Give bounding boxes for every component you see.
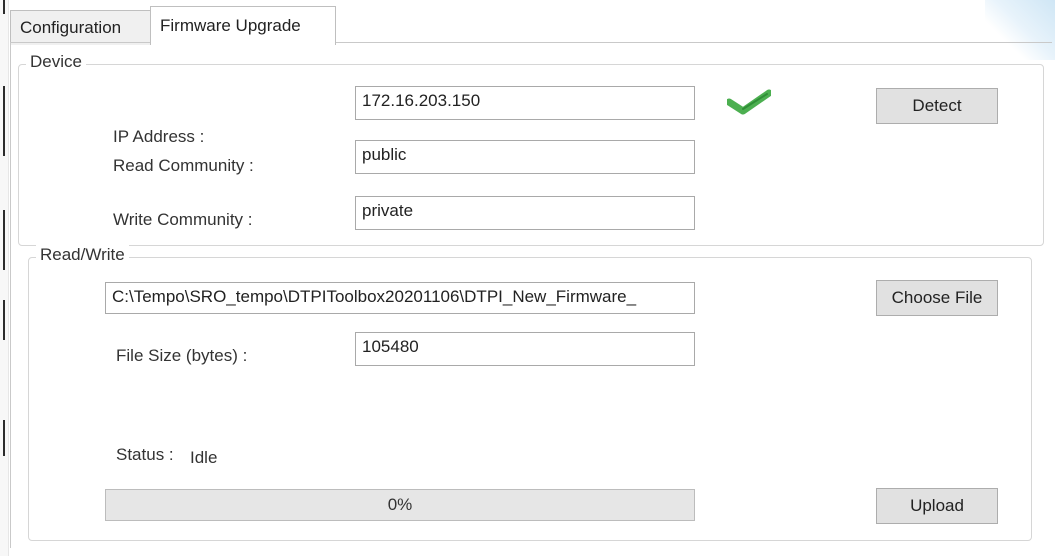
read-write-group-title: Read/Write	[36, 245, 129, 265]
detect-button[interactable]: Detect	[876, 88, 998, 124]
edge-mark	[3, 420, 5, 456]
choose-file-button[interactable]: Choose File	[876, 280, 998, 316]
checkmark-icon	[727, 89, 771, 115]
read-community-label: Read Community :	[113, 156, 254, 175]
file-size-label: File Size (bytes) :	[116, 346, 248, 365]
file-path-field[interactable]: C:\Tempo\SRO_tempo\DTPIToolbox20201106\D…	[105, 282, 695, 314]
window-left-edge	[0, 0, 9, 556]
read-community-field[interactable]: public	[355, 140, 695, 174]
write-community-label: Write Community :	[113, 210, 253, 229]
edge-mark	[3, 210, 5, 270]
upload-progress-bar: 0%	[105, 489, 695, 521]
progress-text: 0%	[387, 495, 413, 514]
edge-mark	[3, 0, 5, 14]
tab-firmware-upgrade[interactable]: Firmware Upgrade	[150, 6, 336, 45]
write-community-field[interactable]: private	[355, 196, 695, 230]
ip-address-field[interactable]: 172.16.203.150	[355, 86, 695, 120]
edge-mark	[3, 86, 5, 156]
status-value: Idle	[190, 448, 218, 467]
edge-mark	[3, 300, 5, 340]
device-group-title: Device	[26, 52, 86, 72]
upload-button[interactable]: Upload	[876, 488, 998, 524]
file-size-field: 105480	[355, 332, 695, 366]
status-label: Status :	[116, 445, 174, 464]
tab-configuration[interactable]: Configuration	[10, 10, 156, 45]
ip-address-label: IP Address :	[113, 127, 205, 146]
